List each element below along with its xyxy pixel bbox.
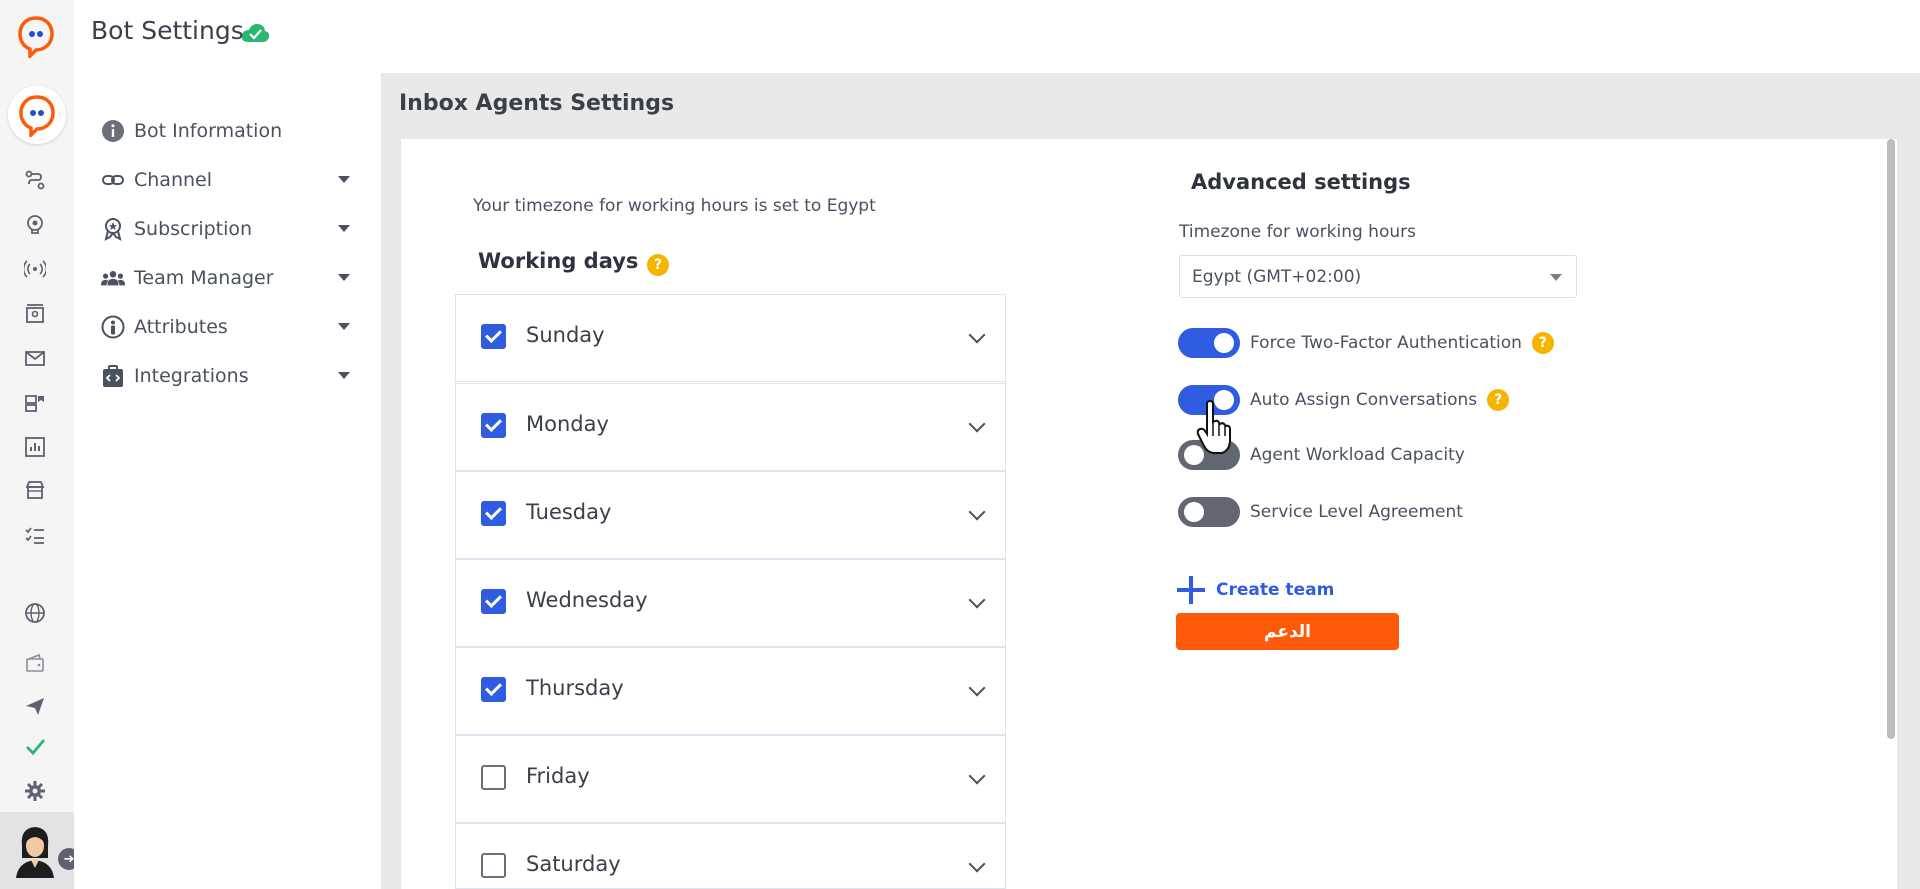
chevron-down-icon[interactable]	[968, 415, 986, 433]
service-level-toggle[interactable]	[1178, 497, 1240, 527]
day-label: Friday	[526, 764, 590, 788]
sidebar-item-subscription[interactable]: Subscription	[100, 214, 350, 244]
sidebar-item-label: Attributes	[134, 316, 228, 338]
check-icon[interactable]	[22, 733, 48, 759]
day-row-monday[interactable]: Monday	[455, 383, 1006, 471]
day-row-saturday[interactable]: Saturday	[455, 823, 1006, 889]
sidebar-item-channel[interactable]: Channel	[100, 165, 350, 195]
timezone-label: Timezone for working hours	[1179, 222, 1416, 242]
help-icon[interactable]: ?	[1531, 332, 1554, 354]
link-icon	[100, 167, 126, 193]
user-menu[interactable]: ➜	[0, 812, 80, 889]
store-icon[interactable]	[22, 477, 48, 503]
timezone-value: Egypt (GMT+02:00)	[1192, 267, 1362, 287]
toggle-label: Force Two-Factor Authentication	[1250, 333, 1522, 353]
wednesday-checkbox[interactable]	[481, 589, 506, 614]
plus-icon	[1176, 575, 1206, 605]
toggle-label: Auto Assign Conversations	[1250, 390, 1478, 410]
templates-icon[interactable]	[22, 390, 48, 416]
chevron-down-icon[interactable]	[338, 225, 350, 232]
sidebar-item-label: Team Manager	[134, 267, 274, 289]
chevron-down-icon	[1550, 274, 1562, 281]
tuesday-checkbox[interactable]	[481, 501, 506, 526]
chevron-down-icon[interactable]	[338, 176, 350, 183]
mail-icon[interactable]	[22, 345, 48, 371]
sidebar-item-bot-information[interactable]: Bot Information	[100, 116, 350, 146]
top-bar: Bot Settings	[74, 0, 1920, 70]
settings-sidebar: Bot Information Channel Subscription Tea…	[74, 70, 380, 889]
hand-cursor-icon	[1196, 399, 1234, 456]
two-factor-toggle[interactable]	[1178, 328, 1240, 358]
day-label: Wednesday	[526, 588, 648, 612]
toggle-label: Service Level Agreement	[1250, 502, 1463, 522]
create-team-button[interactable]: Create team	[1176, 575, 1334, 605]
day-label: Saturday	[526, 852, 621, 876]
user-avatar-icon[interactable]	[12, 822, 58, 878]
sidebar-item-label: Subscription	[134, 218, 253, 240]
chevron-down-icon[interactable]	[968, 503, 986, 521]
day-row-thursday[interactable]: Thursday	[455, 647, 1006, 735]
timezone-note: Your timezone for working hours is set t…	[473, 196, 876, 216]
advanced-settings-title: Advanced settings	[1191, 170, 1411, 194]
scrollbar[interactable]	[1887, 139, 1895, 739]
contacts-icon[interactable]	[22, 301, 48, 327]
section-title: Inbox Agents Settings	[399, 91, 675, 116]
team-icon	[100, 265, 126, 291]
monday-checkbox[interactable]	[481, 413, 506, 438]
analytics-icon[interactable]	[22, 434, 48, 460]
chevron-down-icon[interactable]	[338, 274, 350, 281]
workspace-avatar-icon[interactable]	[8, 86, 66, 144]
sidebar-item-attributes[interactable]: Attributes	[100, 312, 350, 342]
broadcast-icon[interactable]	[22, 256, 48, 282]
globe-icon[interactable]	[22, 600, 48, 626]
wallet-icon[interactable]	[22, 650, 48, 676]
toggle-row-two-factor: Force Two-Factor Authentication ?	[1178, 328, 1554, 358]
saturday-checkbox[interactable]	[481, 853, 506, 878]
flow-icon[interactable]	[22, 167, 48, 193]
chevron-down-icon[interactable]	[968, 855, 986, 873]
send-icon[interactable]	[22, 693, 48, 719]
sidebar-item-integrations[interactable]: Integrations	[100, 361, 350, 391]
chevron-down-icon[interactable]	[968, 767, 986, 785]
toggle-row-service-level: Service Level Agreement	[1178, 497, 1473, 527]
day-row-tuesday[interactable]: Tuesday	[455, 471, 1006, 559]
cloud-check-icon	[240, 22, 270, 44]
sidebar-item-label: Bot Information	[134, 120, 283, 142]
day-row-friday[interactable]: Friday	[455, 735, 1006, 823]
timezone-select[interactable]: Egypt (GMT+02:00)	[1179, 255, 1577, 298]
person-icon	[100, 314, 126, 340]
support-button[interactable]: الدعم	[1176, 613, 1399, 650]
friday-checkbox[interactable]	[481, 765, 506, 790]
day-label: Tuesday	[526, 500, 612, 524]
chevron-down-icon[interactable]	[338, 372, 350, 379]
chevron-down-icon[interactable]	[968, 591, 986, 609]
brand-logo-icon[interactable]	[16, 14, 56, 61]
integration-icon	[100, 363, 126, 389]
brain-icon[interactable]	[22, 211, 48, 237]
help-icon[interactable]: ?	[1487, 389, 1510, 411]
icon-rail: ➜	[0, 0, 80, 889]
tasks-icon[interactable]	[22, 522, 48, 548]
gear-icon[interactable]	[22, 778, 48, 804]
day-label: Thursday	[526, 676, 624, 700]
day-row-sunday[interactable]: Sunday	[455, 294, 1006, 382]
sunday-checkbox[interactable]	[481, 324, 506, 349]
info-icon	[100, 118, 126, 144]
chevron-down-icon[interactable]	[338, 323, 350, 330]
sidebar-item-label: Integrations	[134, 365, 249, 387]
sidebar-item-team-manager[interactable]: Team Manager	[100, 263, 350, 293]
page-title: Bot Settings	[91, 16, 244, 45]
working-days-title: Working days	[478, 249, 639, 273]
help-icon[interactable]: ?	[647, 254, 669, 276]
day-label: Sunday	[526, 323, 605, 347]
thursday-checkbox[interactable]	[481, 677, 506, 702]
sidebar-item-label: Channel	[134, 169, 213, 191]
toggle-label: Agent Workload Capacity	[1250, 445, 1465, 465]
chevron-down-icon[interactable]	[968, 326, 986, 344]
chevron-down-icon[interactable]	[968, 679, 986, 697]
day-row-wednesday[interactable]: Wednesday	[455, 559, 1006, 647]
create-team-label: Create team	[1216, 580, 1335, 600]
award-icon	[100, 216, 126, 242]
day-label: Monday	[526, 412, 609, 436]
